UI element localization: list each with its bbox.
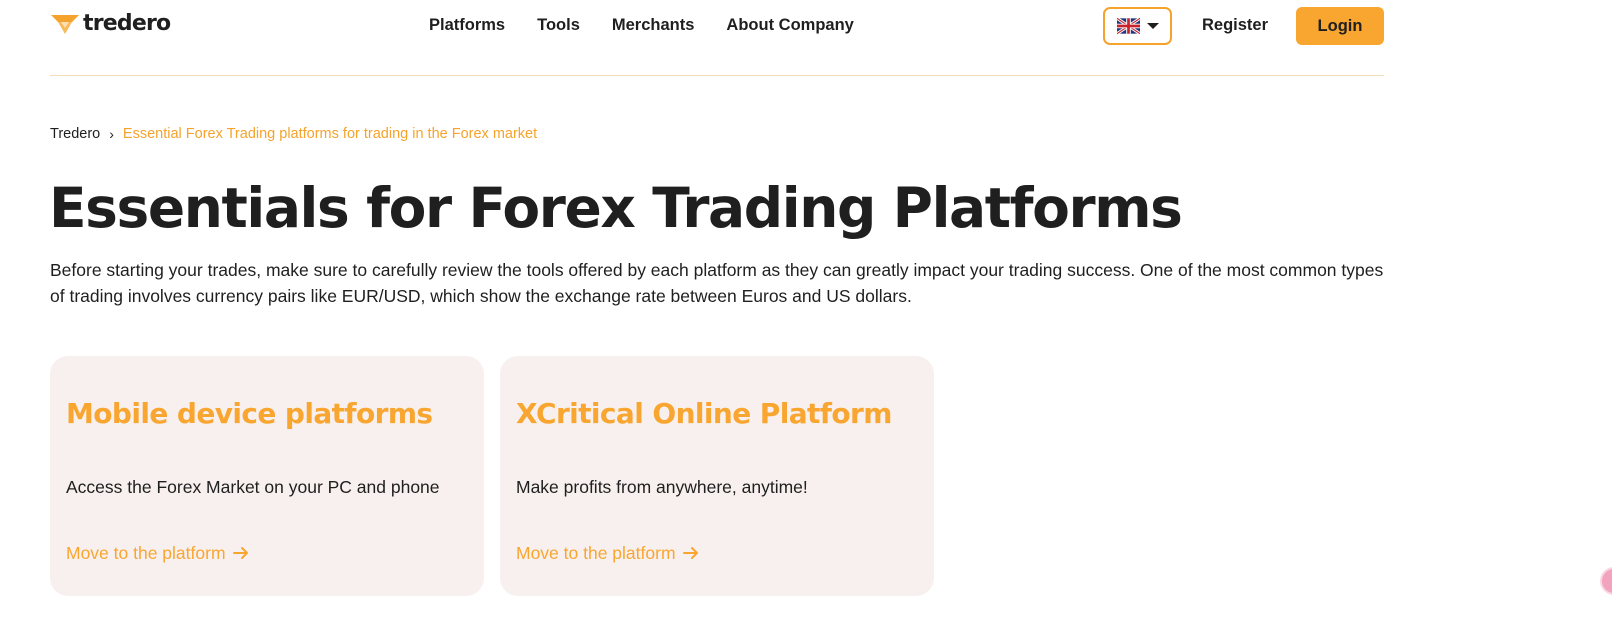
breadcrumb-separator: › bbox=[109, 126, 114, 142]
nav-item-platforms[interactable]: Platforms bbox=[429, 16, 505, 34]
move-to-platform-link[interactable]: Move to the platform bbox=[516, 543, 699, 563]
card-description: Access the Forex Market on your PC and p… bbox=[66, 477, 440, 497]
move-to-platform-link[interactable]: Move to the platform bbox=[66, 543, 249, 563]
arrow-right-icon bbox=[232, 547, 248, 559]
nav-item-merchants[interactable]: Merchants bbox=[612, 16, 695, 34]
breadcrumb: Tredero › Essential Forex Trading platfo… bbox=[50, 126, 537, 142]
platform-card-xcritical: XCritical Online Platform Make profits f… bbox=[500, 356, 934, 596]
card-link-label: Move to the platform bbox=[66, 543, 226, 563]
chat-widget-button[interactable] bbox=[1600, 567, 1612, 595]
language-selector[interactable] bbox=[1103, 7, 1172, 45]
site-header: tredero Platforms Tools Merchants About … bbox=[50, 0, 1384, 76]
breadcrumb-current: Essential Forex Trading platforms for tr… bbox=[122, 126, 538, 142]
nav-item-tools[interactable]: Tools bbox=[537, 16, 580, 34]
card-link-label: Move to the platform bbox=[516, 543, 676, 563]
arrow-right-icon bbox=[682, 547, 698, 559]
logo-link[interactable]: tredero bbox=[50, 11, 171, 36]
uk-flag-icon bbox=[1116, 18, 1140, 34]
register-link[interactable]: Register bbox=[1202, 16, 1268, 34]
card-description: Make profits from anywhere, anytime! bbox=[516, 477, 808, 497]
logo-text: tredero bbox=[83, 11, 171, 36]
page-title: Essentials for Forex Trading Platforms bbox=[49, 176, 1183, 240]
platform-card-mobile: Mobile device platforms Access the Forex… bbox=[50, 356, 484, 596]
card-title: Mobile device platforms bbox=[66, 397, 433, 430]
login-button[interactable]: Login bbox=[1296, 7, 1384, 45]
breadcrumb-home-link[interactable]: Tredero bbox=[50, 126, 100, 142]
caret-down-icon bbox=[1146, 23, 1159, 29]
page-intro: Before starting your trades, make sure t… bbox=[50, 260, 1384, 306]
main-nav: Platforms Tools Merchants About Company bbox=[429, 16, 886, 34]
card-title: XCritical Online Platform bbox=[516, 397, 892, 430]
nav-item-about-company[interactable]: About Company bbox=[726, 16, 853, 34]
tredero-logo-icon bbox=[51, 15, 79, 34]
